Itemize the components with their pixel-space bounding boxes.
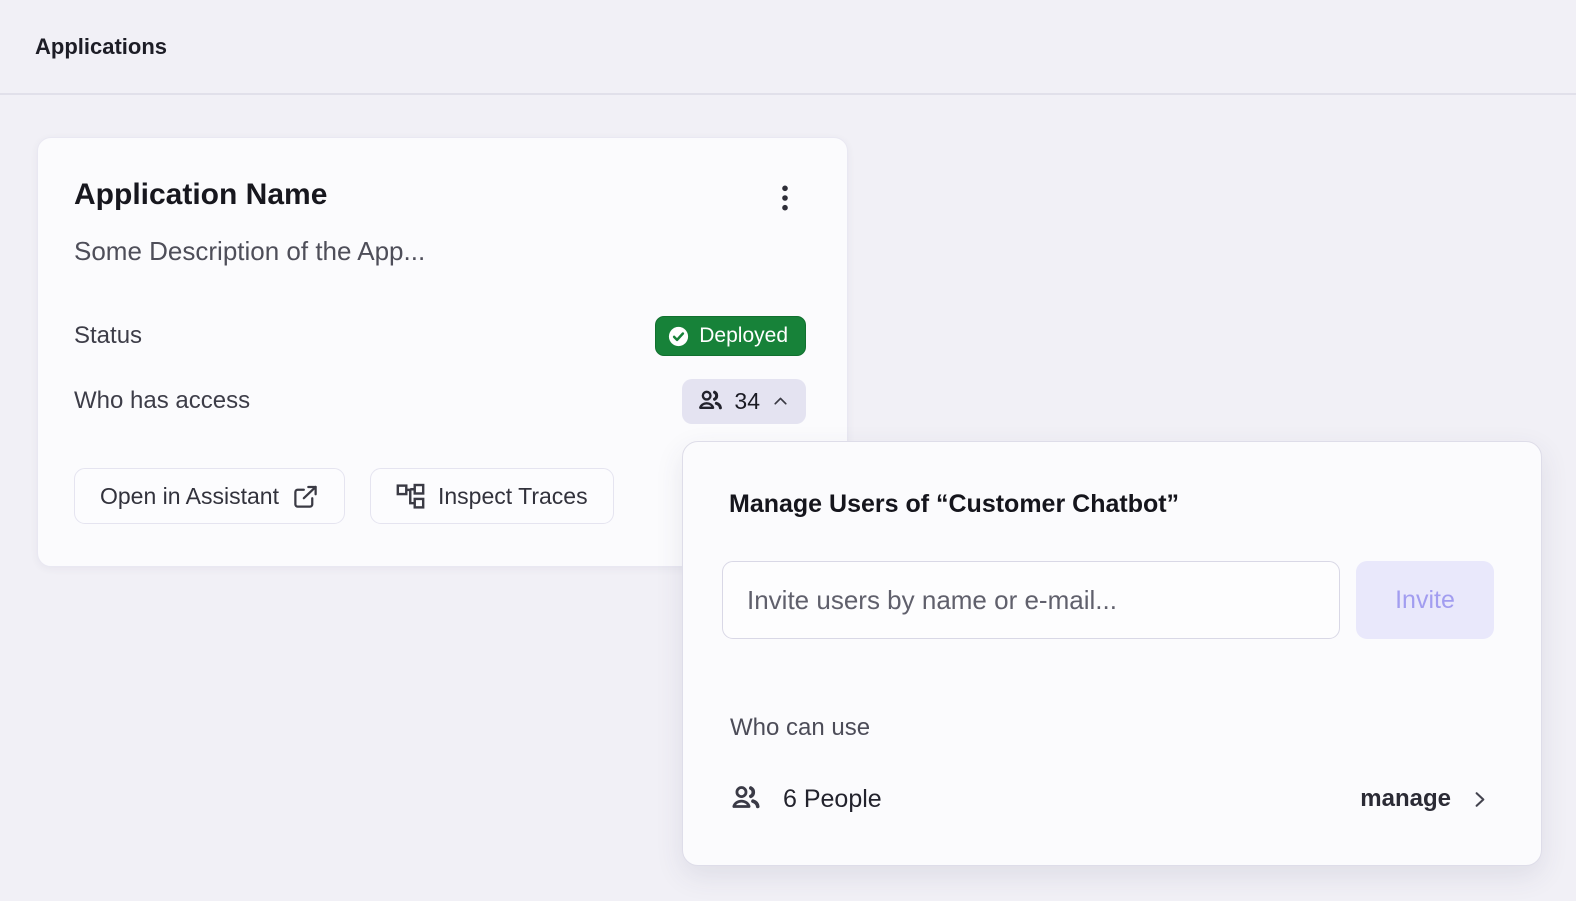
- application-description: Some Description of the App...: [74, 236, 426, 266]
- status-row: Status Deployed: [74, 316, 806, 356]
- access-row: Who has access 34: [74, 378, 806, 424]
- open-in-assistant-button[interactable]: Open in Assistant: [74, 468, 345, 524]
- manage-users-popover: Manage Users of “Customer Chatbot” Invit…: [682, 441, 1542, 866]
- manage-label: manage: [1360, 785, 1451, 812]
- users-icon: [730, 783, 762, 815]
- popover-title: Manage Users of “Customer Chatbot”: [729, 490, 1180, 518]
- users-icon: [697, 388, 724, 415]
- status-badge: Deployed: [655, 316, 806, 356]
- kebab-menu-icon: [772, 184, 798, 212]
- inspect-traces-label: Inspect Traces: [438, 482, 588, 509]
- access-label: Who has access: [74, 387, 251, 414]
- manage-button[interactable]: manage: [1360, 785, 1491, 813]
- invite-button[interactable]: Invite: [1356, 561, 1494, 639]
- chevron-up-icon: [770, 391, 791, 412]
- people-count-group: 6 People: [730, 783, 882, 815]
- traces-icon: [396, 482, 425, 511]
- card-actions-row: Open in Assistant Inspect Traces: [74, 468, 614, 524]
- open-in-assistant-label: Open in Assistant: [100, 482, 279, 509]
- status-value: Deployed: [699, 324, 788, 347]
- application-name: Application Name: [74, 178, 328, 211]
- page-header: Applications: [0, 0, 1576, 95]
- inspect-traces-button[interactable]: Inspect Traces: [370, 468, 614, 524]
- external-link-icon: [292, 483, 319, 510]
- invite-users-input[interactable]: [722, 561, 1340, 639]
- access-count: 34: [734, 387, 760, 414]
- check-circle-icon: [667, 325, 690, 348]
- people-row: 6 People manage: [730, 778, 1491, 820]
- page-title: Applications: [35, 33, 168, 59]
- invite-row: Invite: [722, 561, 1494, 639]
- chevron-right-icon: [1468, 788, 1491, 811]
- kebab-menu-button[interactable]: [765, 176, 805, 220]
- who-can-use-label: Who can use: [730, 714, 871, 741]
- access-count-button[interactable]: 34: [682, 378, 806, 424]
- people-count: 6 People: [783, 784, 882, 813]
- status-label: Status: [74, 322, 143, 349]
